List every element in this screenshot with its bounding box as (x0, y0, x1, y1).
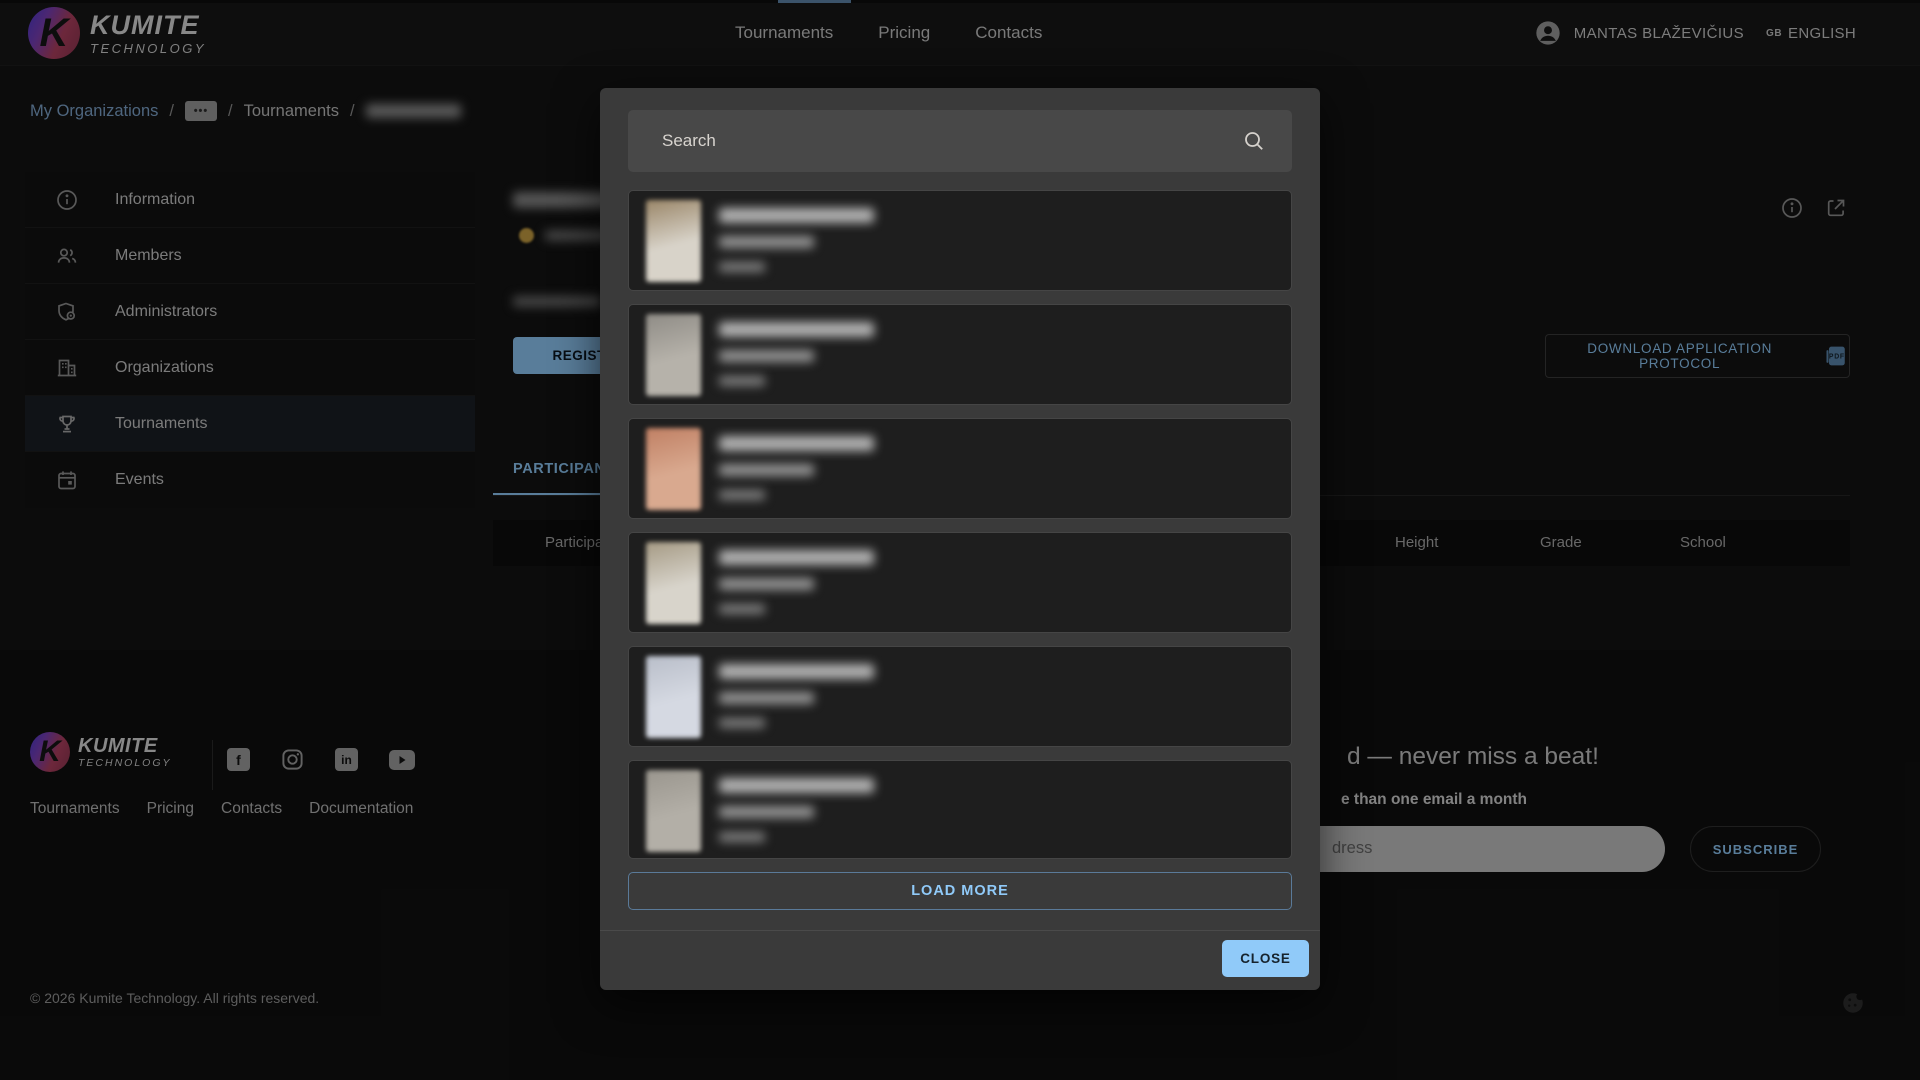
participant-result-row[interactable] (628, 304, 1292, 405)
close-button[interactable]: CLOSE (1222, 940, 1309, 977)
participant-result-row[interactable] (628, 760, 1292, 859)
participant-photo (646, 200, 701, 282)
participant-birthdate-redacted (719, 464, 814, 476)
search-results-list (628, 190, 1292, 859)
participant-photo (646, 428, 701, 510)
participant-name-redacted (719, 550, 874, 565)
participant-result-row[interactable] (628, 532, 1292, 633)
search-box (628, 110, 1292, 172)
participant-search-dialog: LOAD MORE CLOSE (600, 88, 1320, 990)
participant-name-redacted (719, 436, 874, 451)
participant-name-redacted (719, 664, 874, 679)
participant-photo (646, 542, 701, 624)
load-more-button[interactable]: LOAD MORE (628, 872, 1292, 910)
participant-birthdate-redacted (719, 692, 814, 704)
search-icon (1242, 129, 1266, 153)
participant-meta-redacted (719, 718, 765, 728)
modal-footer-divider (600, 930, 1320, 931)
participant-birthdate-redacted (719, 236, 814, 248)
participant-result-row[interactable] (628, 190, 1292, 291)
participant-birthdate-redacted (719, 350, 814, 362)
participant-photo (646, 314, 701, 396)
search-input[interactable] (662, 110, 1222, 172)
participant-meta-redacted (719, 262, 765, 272)
participant-result-row[interactable] (628, 418, 1292, 519)
participant-name-redacted (719, 778, 874, 793)
participant-name-redacted (719, 208, 874, 223)
participant-meta-redacted (719, 604, 765, 614)
participant-birthdate-redacted (719, 578, 814, 590)
participant-birthdate-redacted (719, 806, 814, 818)
participant-result-row[interactable] (628, 646, 1292, 747)
participant-photo (646, 770, 701, 852)
participant-photo (646, 656, 701, 738)
participant-name-redacted (719, 322, 874, 337)
participant-meta-redacted (719, 376, 765, 386)
participant-meta-redacted (719, 832, 765, 842)
participant-meta-redacted (719, 490, 765, 500)
